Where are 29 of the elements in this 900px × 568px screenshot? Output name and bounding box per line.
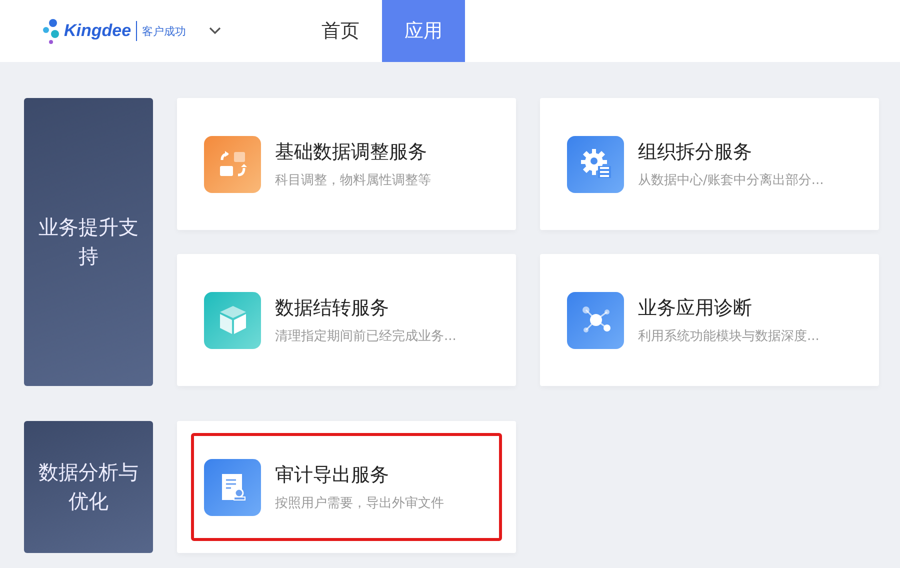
nav-tab[interactable]: 应用 <box>382 0 465 62</box>
service-description: 科目调整，物料属性调整等 <box>275 172 431 189</box>
brand-name: Kingdee <box>64 21 138 41</box>
chevron-down-icon[interactable] <box>208 26 222 36</box>
service-title: 基础数据调整服务 <box>275 140 428 165</box>
service-description: 清理指定期间前已经完成业务... <box>275 328 456 345</box>
service-card[interactable]: 基础数据调整服务 科目调整，物料属性调整等 <box>177 98 516 230</box>
swap-icon <box>204 136 261 192</box>
cube-icon <box>204 292 261 348</box>
category-tile[interactable]: 业务提升支持 <box>24 98 153 386</box>
network-icon <box>567 292 624 348</box>
service-card[interactable]: 组织拆分服务 从数据中心/账套中分离出部分... <box>540 98 879 230</box>
service-title: 业务应用诊断 <box>638 296 753 321</box>
document-icon <box>204 458 261 516</box>
service-card[interactable]: 业务应用诊断 利用系统功能模块与数据深度... <box>540 254 879 386</box>
service-title: 审计导出服务 <box>275 463 390 488</box>
service-description: 利用系统功能模块与数据深度... <box>638 328 820 345</box>
category-label: 业务提升支持 <box>38 214 140 270</box>
category-label: 数据分析与优化 <box>38 459 140 515</box>
service-description: 从数据中心/账套中分离出部分... <box>638 172 824 189</box>
service-title: 数据结转服务 <box>275 296 390 321</box>
logo-dots-icon <box>42 18 62 44</box>
service-description: 按照用户需要，导出外审文件 <box>275 495 444 512</box>
product-name: 客户成功 <box>141 24 186 38</box>
service-title: 组织拆分服务 <box>638 140 753 165</box>
category-tile[interactable]: 数据分析与优化 <box>24 421 153 553</box>
service-card[interactable]: 数据结转服务 清理指定期间前已经完成业务... <box>177 254 516 386</box>
service-card[interactable]: 审计导出服务 按照用户需要，导出外审文件 <box>177 421 516 553</box>
gear-icon <box>567 136 624 192</box>
